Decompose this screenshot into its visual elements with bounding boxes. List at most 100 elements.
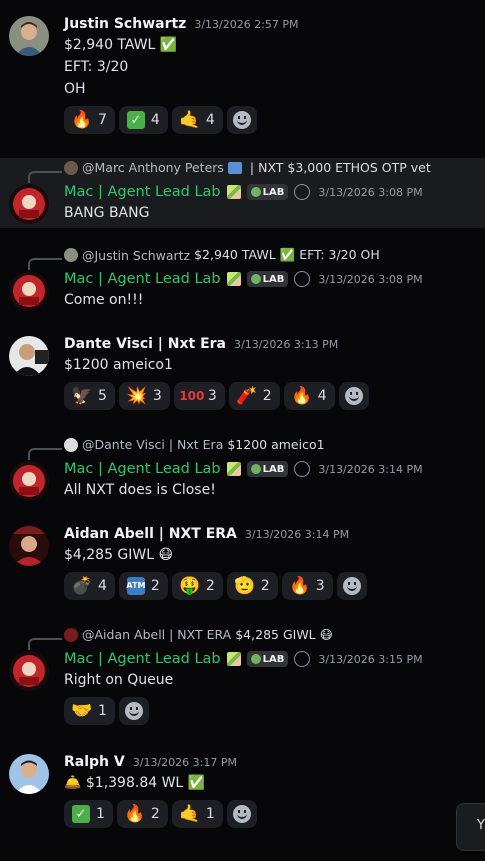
reaction-check[interactable]: ✓ 1 bbox=[64, 800, 113, 828]
bomb-icon: 💣 bbox=[71, 575, 93, 596]
timestamp: 3/13/2026 3:15 PM bbox=[318, 652, 423, 666]
message-item[interactable]: Justin Schwartz 3/13/2026 2:57 PM $2,940… bbox=[0, 8, 485, 138]
message-text: Right on Queue bbox=[64, 672, 174, 688]
author-name[interactable]: Mac | Agent Lead Lab bbox=[64, 651, 221, 667]
reply-preview[interactable]: @Dante Visci | Nxt Era $1200 ameico1 bbox=[64, 437, 325, 452]
message-text: OH bbox=[64, 81, 86, 97]
reply-preview[interactable]: @Aidan Abell | NXT ERA $4,285 GIWL 😷 bbox=[64, 627, 333, 642]
leaf-icon bbox=[250, 654, 261, 664]
saluting-face-icon: 🫡 bbox=[234, 575, 256, 596]
add-reaction-button[interactable] bbox=[226, 800, 257, 828]
reply-author[interactable]: @Justin Schwartz bbox=[82, 248, 190, 263]
reply-avatar bbox=[64, 627, 78, 642]
avatar[interactable] bbox=[9, 461, 49, 501]
timestamp: 3/13/2026 2:57 PM bbox=[194, 17, 299, 31]
message-text: $1200 ameico1 bbox=[64, 357, 173, 373]
timestamp: 3/13/2026 3:08 PM bbox=[318, 185, 423, 199]
author-name[interactable]: Dante Visci | Nxt Era bbox=[64, 336, 226, 352]
reaction-count: 1 bbox=[205, 806, 215, 822]
reaction-fire[interactable]: 🔥 2 bbox=[116, 800, 168, 828]
reaction-call-me-hand[interactable]: 🤙 1 bbox=[171, 800, 223, 828]
floating-popup[interactable]: Y bbox=[456, 803, 485, 851]
message-text: 🛎️ $1,398.84 WL ✅ bbox=[64, 775, 206, 791]
reaction-money-mouth[interactable]: 🤑 2 bbox=[171, 572, 223, 600]
timestamp: 3/13/2026 3:17 PM bbox=[132, 755, 237, 769]
avatar[interactable] bbox=[9, 651, 49, 691]
reaction-fire[interactable]: 🔥 3 bbox=[281, 572, 333, 600]
reply-author[interactable]: @Marc Anthony Peters bbox=[82, 160, 224, 175]
reaction-bomb[interactable]: 💣 4 bbox=[64, 572, 115, 600]
reaction-fire[interactable]: 🔥 7 bbox=[64, 106, 115, 134]
add-reaction-button[interactable] bbox=[338, 382, 369, 410]
message-item[interactable]: @Justin Schwartz $2,940 TAWL ✅ EFT: 3/20… bbox=[0, 245, 485, 315]
reaction-fire[interactable]: 🔥 4 bbox=[283, 382, 335, 410]
server-tag-badge[interactable]: LAB bbox=[246, 271, 289, 287]
server-tag-badge[interactable]: LAB bbox=[246, 461, 289, 477]
message-item[interactable]: @Aidan Abell | NXT ERA $4,285 GIWL 😷 Mac… bbox=[0, 625, 485, 730]
avatar[interactable] bbox=[9, 526, 49, 566]
add-reaction-button[interactable] bbox=[118, 697, 149, 725]
reaction-count: 3 bbox=[315, 578, 325, 594]
reply-avatar bbox=[64, 248, 78, 262]
author-name[interactable]: Mac | Agent Lead Lab bbox=[64, 271, 221, 287]
reply-text: $1200 ameico1 bbox=[227, 437, 325, 452]
avatar[interactable] bbox=[9, 16, 49, 56]
reaction-atm[interactable]: ATM 2 bbox=[118, 572, 168, 600]
message-item[interactable]: Dante Visci | Nxt Era 3/13/2026 3:13 PM … bbox=[0, 330, 485, 415]
avatar[interactable] bbox=[9, 184, 49, 224]
reaction-count: 5 bbox=[98, 388, 107, 404]
test-tube-icon bbox=[226, 185, 241, 199]
reaction-collision[interactable]: 💥 3 bbox=[118, 382, 170, 410]
reaction-count: 3 bbox=[207, 388, 217, 404]
reaction-bar: 🦅 5 💥 3 100 3 🧨 2 🔥 4 bbox=[64, 382, 369, 410]
message-item[interactable]: @Dante Visci | Nxt Era $1200 ameico1 Mac… bbox=[0, 435, 485, 505]
reaction-firecracker[interactable]: 🧨 2 bbox=[228, 382, 280, 410]
reply-preview[interactable]: @Justin Schwartz $2,940 TAWL ✅ EFT: 3/20… bbox=[64, 247, 380, 263]
author-name[interactable]: Mac | Agent Lead Lab bbox=[64, 184, 221, 200]
add-reaction-icon bbox=[232, 111, 251, 129]
leaf-icon bbox=[250, 274, 261, 284]
server-tag-badge[interactable]: LAB bbox=[246, 651, 289, 667]
reply-preview[interactable]: @Marc Anthony Peters | NXT $3,000 ETHOS … bbox=[64, 160, 431, 175]
avatar[interactable] bbox=[9, 754, 49, 794]
author-name[interactable]: Mac | Agent Lead Lab bbox=[64, 461, 221, 477]
reaction-check[interactable]: ✓ 4 bbox=[118, 106, 168, 134]
message-item[interactable]: Ralph V 3/13/2026 3:17 PM 🛎️ $1,398.84 W… bbox=[0, 748, 485, 833]
add-reaction-icon bbox=[342, 577, 361, 595]
popup-text: Y bbox=[477, 818, 485, 833]
role-icon bbox=[294, 461, 311, 477]
role-icon bbox=[294, 651, 311, 667]
handshake-icon: 🤝 bbox=[71, 700, 93, 721]
add-reaction-button[interactable] bbox=[336, 572, 367, 600]
reaction-eagle[interactable]: 🦅 5 bbox=[64, 382, 115, 410]
message-item[interactable]: Aidan Abell | NXT ERA 3/13/2026 3:14 PM … bbox=[0, 520, 485, 605]
reaction-hundred[interactable]: 100 3 bbox=[173, 382, 225, 410]
reply-author[interactable]: @Aidan Abell | NXT ERA bbox=[82, 627, 231, 642]
message-text: $4,285 GIWL 😷 bbox=[64, 547, 174, 563]
reaction-count: 2 bbox=[205, 578, 215, 594]
message-item[interactable]: @Marc Anthony Peters | NXT $3,000 ETHOS … bbox=[0, 158, 485, 228]
reaction-count: 4 bbox=[317, 388, 327, 404]
role-icon bbox=[294, 271, 311, 287]
server-tag-badge[interactable]: LAB bbox=[246, 184, 289, 200]
reaction-saluting-face[interactable]: 🫡 2 bbox=[226, 572, 278, 600]
reaction-count: 1 bbox=[98, 703, 107, 719]
reaction-bar: 💣 4 ATM 2 🤑 2 🫡 2 🔥 3 bbox=[64, 572, 367, 600]
avatar[interactable] bbox=[9, 271, 49, 311]
author-name[interactable]: Aidan Abell | NXT ERA bbox=[64, 526, 237, 542]
add-reaction-button[interactable] bbox=[226, 106, 257, 134]
reply-avatar bbox=[64, 437, 78, 452]
collision-icon: 💥 bbox=[126, 385, 148, 406]
author-name[interactable]: Justin Schwartz bbox=[64, 16, 186, 32]
reaction-bar: 🔥 7 ✓ 4 🤙 4 bbox=[64, 106, 257, 134]
reaction-call-me-hand[interactable]: 🤙 4 bbox=[171, 106, 223, 134]
eagle-icon: 🦅 bbox=[71, 385, 93, 406]
check-icon: ✓ bbox=[72, 805, 90, 823]
message-text: BANG BANG bbox=[64, 205, 150, 221]
avatar[interactable] bbox=[9, 336, 49, 376]
reply-author[interactable]: @Dante Visci | Nxt Era bbox=[82, 437, 223, 452]
timestamp: 3/13/2026 3:14 PM bbox=[318, 462, 423, 476]
author-name[interactable]: Ralph V bbox=[64, 754, 125, 770]
reply-connector bbox=[28, 258, 62, 270]
reaction-handshake[interactable]: 🤝 1 bbox=[64, 697, 115, 725]
